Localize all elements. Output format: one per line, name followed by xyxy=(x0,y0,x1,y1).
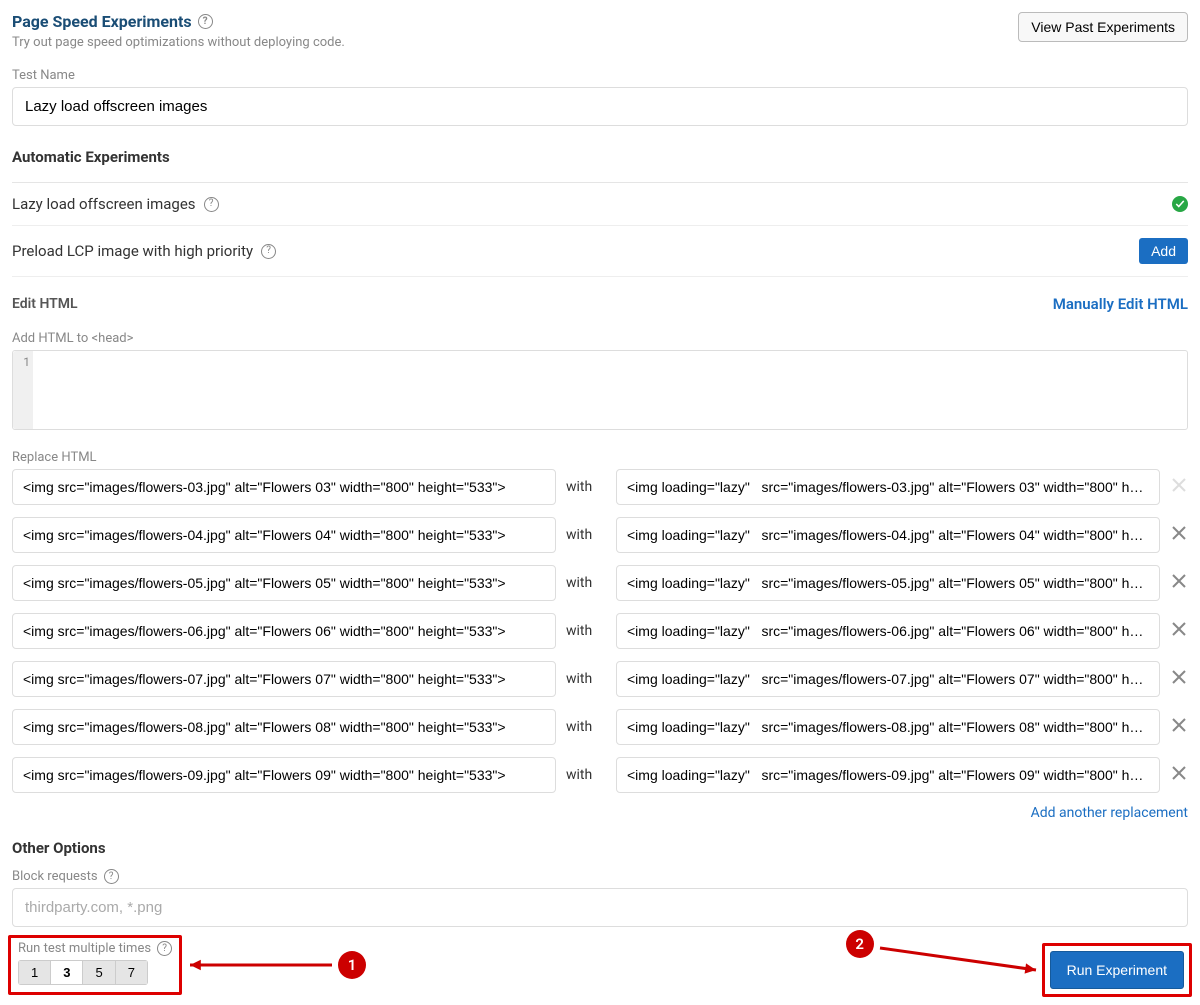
with-label: with xyxy=(566,479,606,495)
run-experiment-button[interactable]: Run Experiment xyxy=(1050,951,1184,989)
edit-html-title: Edit HTML xyxy=(12,296,78,312)
close-icon[interactable] xyxy=(1170,765,1188,785)
with-label: with xyxy=(566,671,606,687)
close-icon[interactable] xyxy=(1170,717,1188,737)
experiment-label: Lazy load offscreen images xyxy=(12,195,196,213)
run-multiple-label: Run test multiple times xyxy=(18,941,151,956)
run-count-option[interactable]: 1 xyxy=(18,960,51,985)
replace-from-input[interactable] xyxy=(12,565,556,601)
test-name-label: Test Name xyxy=(12,68,1188,83)
run-count-toggle[interactable]: 1357 xyxy=(18,960,148,985)
help-icon[interactable]: ? xyxy=(157,941,172,956)
replace-html-row: with xyxy=(12,517,1188,553)
with-label: with xyxy=(566,767,606,783)
automatic-experiment-row: Lazy load offscreen images? xyxy=(12,183,1188,226)
manually-edit-html-link[interactable]: Manually Edit HTML xyxy=(1053,295,1188,313)
other-options-title: Other Options xyxy=(12,839,1188,857)
replace-to-input[interactable] xyxy=(616,661,1160,697)
with-label: with xyxy=(566,623,606,639)
replace-to-input[interactable] xyxy=(616,709,1160,745)
run-count-option[interactable]: 7 xyxy=(115,960,148,985)
view-past-experiments-button[interactable]: View Past Experiments xyxy=(1018,12,1188,42)
replace-from-input[interactable] xyxy=(12,661,556,697)
experiment-label: Preload LCP image with high priority xyxy=(12,242,253,260)
test-name-input[interactable] xyxy=(12,87,1188,126)
add-another-replacement-link[interactable]: Add another replacement xyxy=(1031,805,1188,821)
replace-from-input[interactable] xyxy=(12,517,556,553)
replace-html-row: with xyxy=(12,709,1188,745)
help-icon[interactable]: ? xyxy=(198,14,213,29)
close-icon[interactable] xyxy=(1170,621,1188,641)
page-title: Page Speed Experiments ? xyxy=(12,12,345,31)
replace-from-input[interactable] xyxy=(12,709,556,745)
close-icon[interactable] xyxy=(1170,669,1188,689)
add-html-head-label: Add HTML to <head> xyxy=(12,331,1188,346)
with-label: with xyxy=(566,575,606,591)
add-html-head-editor[interactable]: 1 xyxy=(12,350,1188,430)
replace-to-input[interactable] xyxy=(616,517,1160,553)
replace-html-row: with xyxy=(12,565,1188,601)
run-count-option[interactable]: 3 xyxy=(50,960,83,985)
automatic-experiments-title: Automatic Experiments xyxy=(12,148,1188,166)
replace-html-row: with xyxy=(12,613,1188,649)
block-requests-label: Block requests xyxy=(12,869,98,884)
replace-from-input[interactable] xyxy=(12,613,556,649)
close-icon xyxy=(1170,477,1188,497)
with-label: with xyxy=(566,719,606,735)
add-experiment-button[interactable]: Add xyxy=(1139,238,1188,264)
replace-html-row: with xyxy=(12,757,1188,793)
replace-to-input[interactable] xyxy=(616,757,1160,793)
replace-html-label: Replace HTML xyxy=(12,450,1188,465)
with-label: with xyxy=(566,527,606,543)
help-icon[interactable]: ? xyxy=(261,244,276,259)
close-icon[interactable] xyxy=(1170,573,1188,593)
page-title-text: Page Speed Experiments xyxy=(12,12,192,31)
automatic-experiment-row: Preload LCP image with high priority? Add xyxy=(12,226,1188,277)
run-count-option[interactable]: 5 xyxy=(82,960,115,985)
help-icon[interactable]: ? xyxy=(204,197,219,212)
replace-html-row: with xyxy=(12,469,1188,505)
block-requests-input[interactable] xyxy=(12,888,1188,927)
page-subtitle: Try out page speed optimizations without… xyxy=(12,35,345,50)
replace-from-input[interactable] xyxy=(12,469,556,505)
check-icon xyxy=(1172,196,1188,212)
replace-to-input[interactable] xyxy=(616,613,1160,649)
close-icon[interactable] xyxy=(1170,525,1188,545)
replace-from-input[interactable] xyxy=(12,757,556,793)
replace-to-input[interactable] xyxy=(616,469,1160,505)
replace-to-input[interactable] xyxy=(616,565,1160,601)
help-icon[interactable]: ? xyxy=(104,869,119,884)
code-gutter: 1 xyxy=(13,351,33,429)
replace-html-row: with xyxy=(12,661,1188,697)
